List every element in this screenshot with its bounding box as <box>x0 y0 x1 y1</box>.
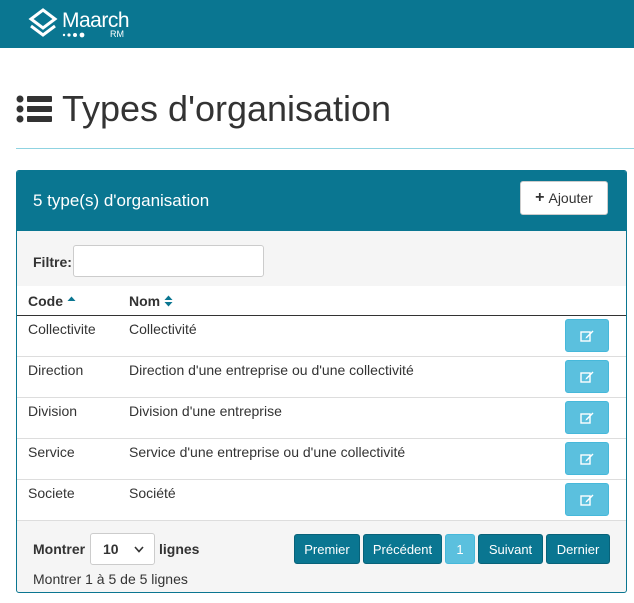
chevron-down-icon <box>134 546 144 553</box>
cell-code: Division <box>28 403 78 419</box>
brand-dots-icon <box>62 32 85 38</box>
edit-button[interactable] <box>565 483 609 516</box>
edit-icon <box>580 494 594 506</box>
cell-nom: Service d'une entreprise ou d'une collec… <box>129 444 406 460</box>
top-navbar: Maarch RM <box>0 0 634 48</box>
page-length-select[interactable]: 10 <box>90 533 155 565</box>
edit-icon <box>580 330 594 342</box>
table-row: Service Service d'une entreprise ou d'un… <box>17 439 626 480</box>
cell-code: Collectivite <box>28 321 96 337</box>
table-row: Collectivite Collectivité <box>17 316 626 357</box>
pagination-next[interactable]: Suivant <box>478 534 543 564</box>
cell-nom: Société <box>129 485 176 501</box>
page-length-label: Montrer <box>33 541 86 557</box>
page-length-suffix: lignes <box>159 541 200 557</box>
edit-button[interactable] <box>565 401 609 434</box>
panel-title: 5 type(s) d'organisation <box>33 191 210 210</box>
add-button[interactable]: + Ajouter <box>520 181 608 215</box>
pagination-previous[interactable]: Précédent <box>363 534 442 564</box>
org-types-panel: 5 type(s) d'organisation + Ajouter Filtr… <box>16 170 627 593</box>
filter-label: Filtre: <box>33 254 72 270</box>
page-title-text: Types d'organisation <box>62 88 392 129</box>
cell-code: Direction <box>28 362 84 378</box>
edit-button[interactable] <box>565 360 609 393</box>
table-row: Direction Direction d'une entreprise ou … <box>17 357 626 398</box>
add-button-label: Ajouter <box>548 190 593 206</box>
cell-nom: Division d'une entreprise <box>129 403 282 419</box>
edit-icon <box>580 453 594 465</box>
page-title: Types d'organisation <box>16 86 391 132</box>
cell-code: Service <box>28 444 75 460</box>
plus-icon: + <box>535 189 545 206</box>
column-header-nom-label: Nom <box>129 293 161 309</box>
filter-input[interactable] <box>73 245 264 277</box>
pagination-page-1[interactable]: 1 <box>445 534 475 564</box>
cell-nom: Collectivité <box>129 321 197 337</box>
panel-header: 5 type(s) d'organisation + Ajouter <box>17 171 626 231</box>
column-header-nom[interactable]: Nom <box>129 293 173 309</box>
table-row: Division Division d'une entreprise <box>17 398 626 439</box>
table-body: Collectivite Collectivité Direction Dire… <box>17 316 626 521</box>
page-length-value: 10 <box>103 541 119 557</box>
edit-icon <box>580 371 594 383</box>
pagination-last[interactable]: Dernier <box>546 534 610 564</box>
cell-nom: Direction d'une entreprise ou d'une coll… <box>129 362 414 378</box>
title-divider <box>16 148 634 149</box>
edit-button[interactable] <box>565 442 609 475</box>
table-row: Societe Société <box>17 480 626 521</box>
sort-asc-icon <box>67 296 76 301</box>
cell-code: Societe <box>28 485 75 501</box>
table-info: Montrer 1 à 5 de 5 lignes <box>33 571 188 587</box>
brand-sub: RM <box>110 29 124 39</box>
column-header-code[interactable]: Code <box>28 293 76 309</box>
edit-icon <box>580 412 594 424</box>
edit-button[interactable] <box>565 319 609 352</box>
table-header: Code Nom <box>17 286 626 316</box>
maarch-logo-icon <box>28 8 58 37</box>
column-header-code-label: Code <box>28 293 63 309</box>
list-icon <box>16 95 52 123</box>
pagination-first[interactable]: Premier <box>294 534 360 564</box>
sort-both-icon <box>164 295 173 307</box>
